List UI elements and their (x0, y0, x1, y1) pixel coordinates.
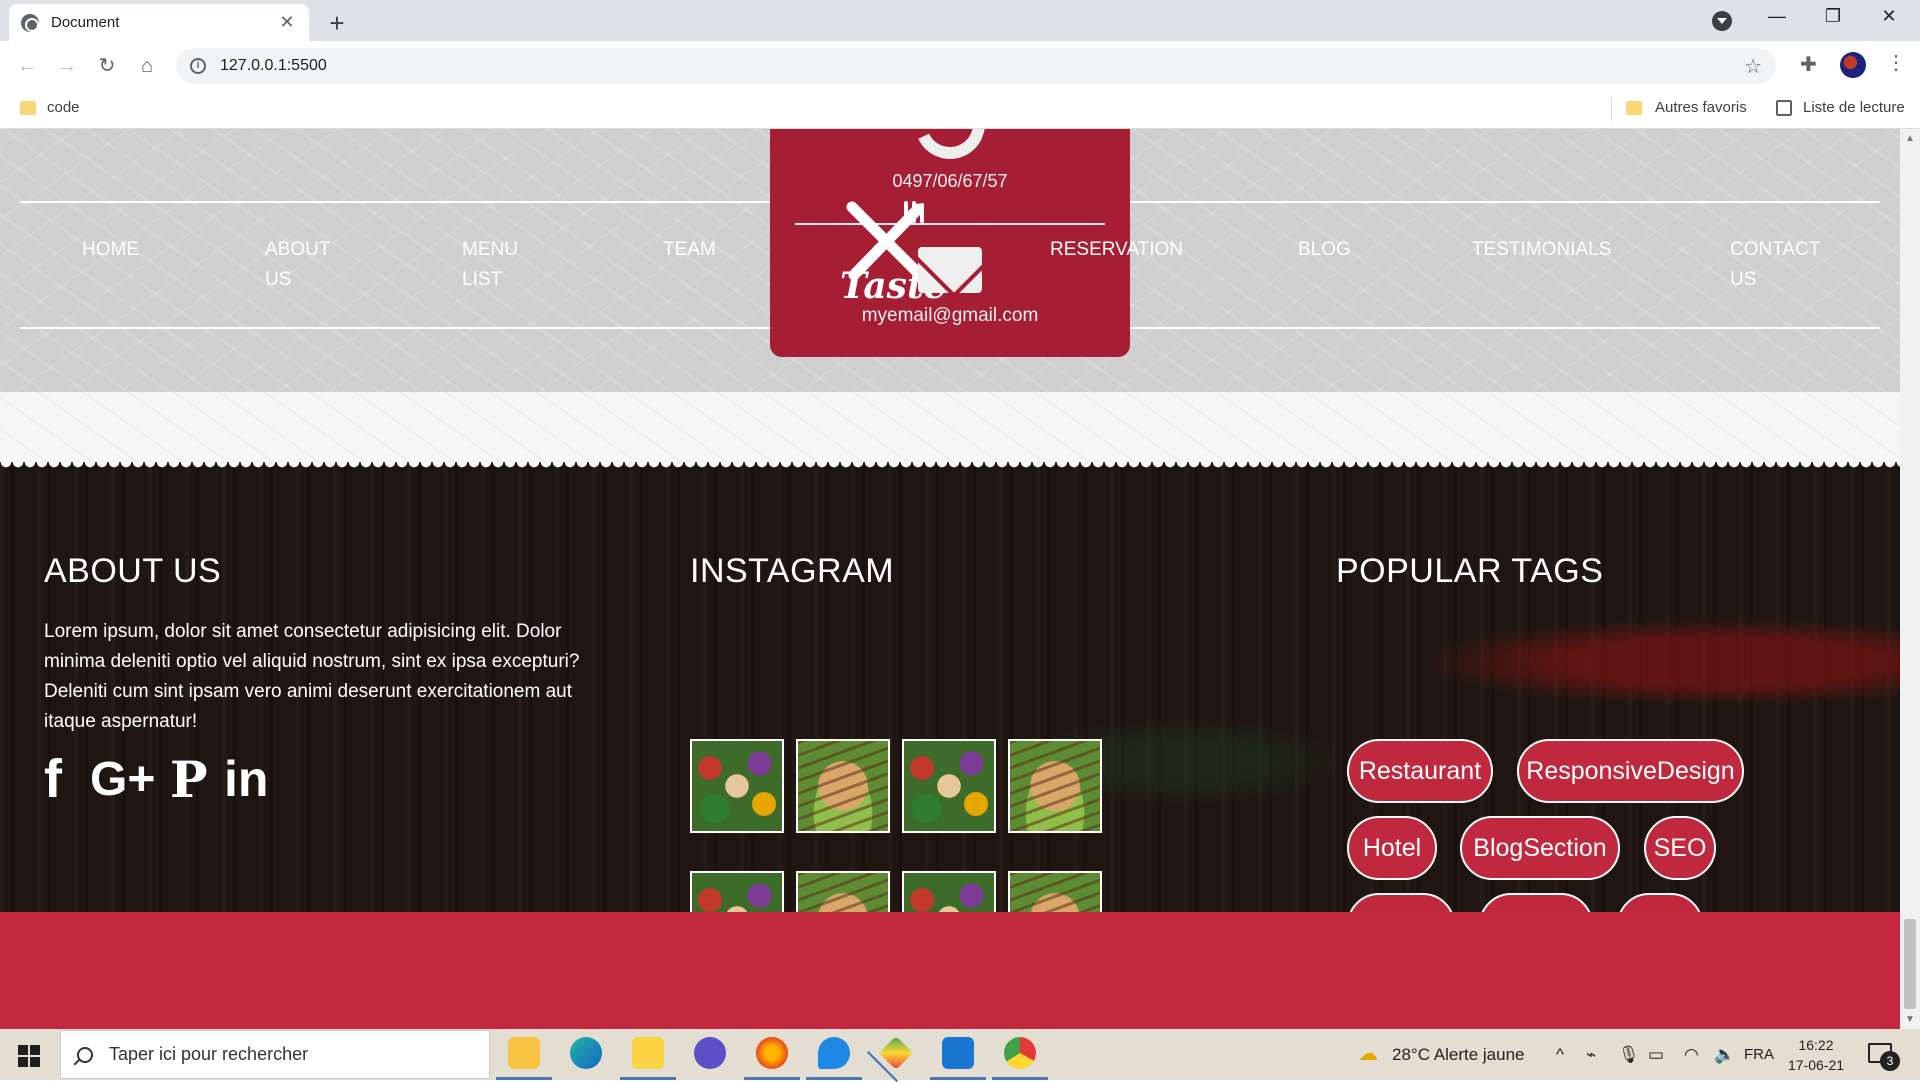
pinterest-icon[interactable]: P (170, 750, 208, 809)
reading-list-icon (1776, 100, 1792, 116)
instagram-image-fish[interactable] (1008, 739, 1102, 833)
windows-start-icon[interactable] (18, 1045, 40, 1067)
tag-blogsection[interactable]: BlogSection (1460, 816, 1620, 880)
app-icon[interactable] (806, 1037, 862, 1080)
nav-testimonials[interactable]: TESTIMONIALS (1472, 235, 1622, 265)
reload-icon[interactable]: ↻ (92, 51, 122, 81)
tag-restaurant[interactable]: Restaurant (1347, 739, 1493, 803)
instagram-image-salad[interactable] (690, 739, 784, 833)
weather-status[interactable]: 28°C Alerte jaune (1392, 1029, 1525, 1080)
search-icon (77, 1046, 93, 1063)
header-band: HOME ABOUT US MENU LIST TEAM 0497/06/67/… (0, 129, 1900, 392)
footer-about-text: Lorem ipsum, dolor sit amet consectetur … (44, 621, 580, 732)
scroll-down-icon[interactable]: ▼ (1905, 1014, 1915, 1025)
discord-icon[interactable] (694, 1037, 726, 1069)
forward-arrow-icon[interactable]: → (52, 51, 82, 81)
profile-avatar[interactable] (1840, 52, 1866, 78)
bookmarks-divider (1611, 97, 1612, 121)
notification-badge: 3 (1880, 1051, 1900, 1071)
tag-responsivedesign[interactable]: ResponsiveDesign (1517, 739, 1744, 803)
url-text: 127.0.0.1:5500 (220, 57, 327, 74)
network-icon[interactable]: ⌁ (1586, 1029, 1596, 1080)
new-tab-button[interactable]: + (322, 8, 352, 39)
nav-line-bottom (20, 327, 777, 329)
search-placeholder: Taper ici pour rechercher (109, 1044, 309, 1064)
sticky-notes-icon[interactable] (620, 1037, 676, 1080)
kebab-menu-icon[interactable]: ⋮ (1886, 50, 1906, 75)
nav-reservation[interactable]: RESERVATION (1050, 235, 1190, 265)
footer-scalloped-edge (0, 462, 1900, 472)
scrollbar-thumb[interactable] (1904, 919, 1916, 1009)
envelope-icon (918, 247, 982, 293)
site-info-icon[interactable]: i (190, 58, 206, 74)
nav-blog[interactable]: BLOG (1298, 235, 1388, 265)
extensions-icon[interactable]: ✚ (1800, 52, 1817, 77)
clock-date: 17-06-21 (1787, 1057, 1845, 1073)
scroll-up-icon[interactable]: ▲ (1905, 133, 1915, 144)
footer-about-title: ABOUT US (44, 552, 222, 590)
tab-title: Document (51, 14, 120, 31)
bookmarks-bar: code Autres favoris Liste de lecture (0, 89, 1920, 129)
nav-line-top (20, 201, 777, 203)
clock-time: 16:22 (1798, 1037, 1834, 1053)
taskbar-search-input[interactable]: Taper ici pour rechercher (60, 1030, 490, 1079)
edge-icon[interactable] (570, 1037, 602, 1069)
google-plus-icon[interactable]: G+ (90, 752, 155, 807)
folder-icon (1626, 101, 1642, 115)
back-arrow-icon[interactable]: ← (12, 51, 42, 81)
minimize-button[interactable]: — (1754, 6, 1800, 27)
nav-home[interactable]: HOME (82, 235, 172, 265)
nav-menu-list[interactable]: MENU LIST (462, 235, 527, 295)
chevron-up-icon[interactable]: ^ (1556, 1029, 1564, 1080)
tag-hotel[interactable]: Hotel (1347, 816, 1437, 880)
pattern-band (0, 392, 1900, 462)
page-viewport: HOME ABOUT US MENU LIST TEAM 0497/06/67/… (0, 129, 1900, 1029)
volume-icon[interactable]: 🔈 (1714, 1029, 1735, 1080)
tab-bar: Document ✕ + — ❐ ✕ (0, 0, 1920, 41)
firefox-icon[interactable] (744, 1037, 800, 1080)
battery-icon[interactable]: ▭ (1648, 1029, 1664, 1080)
instagram-image-salad[interactable] (902, 739, 996, 833)
browser-tab[interactable]: Document ✕ (9, 4, 309, 41)
bookmark-star-icon[interactable]: ☆ (1744, 54, 1762, 79)
close-window-button[interactable]: ✕ (1866, 6, 1912, 27)
chrome-icon[interactable] (992, 1037, 1048, 1080)
home-icon[interactable]: ⌂ (132, 51, 162, 81)
footer: ABOUT US Lorem ipsum, dolor sit amet con… (0, 462, 1900, 965)
page-scrollbar[interactable]: ▲ ▼ (1900, 129, 1920, 1029)
file-explorer-icon[interactable] (496, 1037, 552, 1080)
reading-list[interactable]: Liste de lecture (1803, 99, 1905, 116)
nav-contact-us[interactable]: CONTACT US (1730, 235, 1825, 295)
footer-tags-title: POPULAR TAGS (1336, 552, 1604, 590)
tab-search-icon[interactable] (1712, 11, 1732, 31)
linkedin-icon[interactable]: in (224, 750, 268, 808)
folder-icon (20, 101, 36, 115)
close-tab-icon[interactable]: ✕ (277, 12, 297, 33)
phone-number: 0497/06/67/57 (892, 171, 1008, 191)
other-favorites[interactable]: Autres favoris (1655, 99, 1747, 116)
bookmark-code[interactable]: code (47, 99, 80, 116)
nav-about-us[interactable]: ABOUT US (265, 235, 335, 295)
instagram-image-fish[interactable] (796, 739, 890, 833)
vscode-icon[interactable] (930, 1037, 986, 1080)
language-indicator[interactable]: FRA (1744, 1029, 1774, 1080)
windows-taskbar: Taper ici pour rechercher ☁ 28°C Alerte … (0, 1029, 1920, 1080)
app-icon[interactable] (879, 1036, 913, 1070)
microphone-icon[interactable]: 🎙 (1618, 1029, 1640, 1080)
tag-seo[interactable]: SEO (1644, 816, 1716, 880)
wifi-icon[interactable]: ◠ (1684, 1029, 1699, 1080)
globe-icon (21, 13, 39, 32)
phone-icon (905, 129, 995, 169)
weather-icon: ☁ (1358, 1043, 1378, 1065)
footer-instagram-title: INSTAGRAM (690, 552, 895, 590)
email-address[interactable]: myemail@gmail.com (770, 305, 1130, 327)
address-bar[interactable]: i 127.0.0.1:5500 ☆ (176, 48, 1776, 84)
restore-button[interactable]: ❐ (1810, 6, 1856, 27)
facebook-icon[interactable]: f (44, 748, 62, 810)
browser-toolbar: ← → ↻ ⌂ i 127.0.0.1:5500 ☆ (0, 41, 1920, 89)
system-clock[interactable]: 16:22 17-06-21 (1776, 1035, 1856, 1075)
nav-team[interactable]: TEAM (663, 235, 753, 265)
footer-bottom-bar (0, 912, 1900, 1029)
